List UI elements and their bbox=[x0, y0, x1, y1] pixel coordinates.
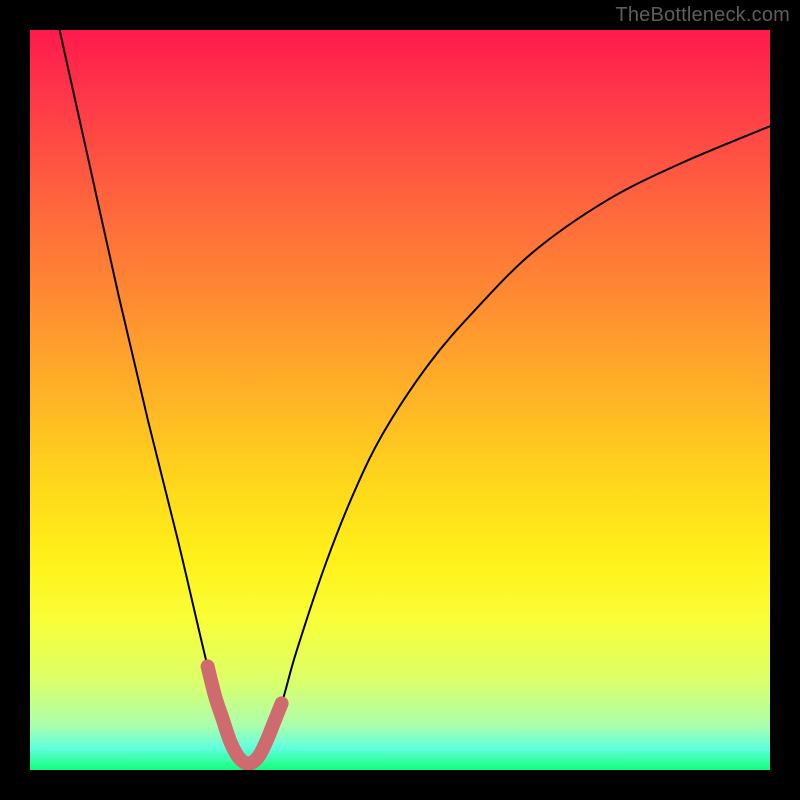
bottleneck-curve bbox=[60, 30, 770, 764]
highlight-region bbox=[208, 666, 282, 763]
plot-area bbox=[30, 30, 770, 770]
watermark-text: TheBottleneck.com bbox=[615, 4, 790, 27]
curve-layer bbox=[30, 30, 770, 770]
chart-frame: TheBottleneck.com bbox=[0, 0, 800, 800]
